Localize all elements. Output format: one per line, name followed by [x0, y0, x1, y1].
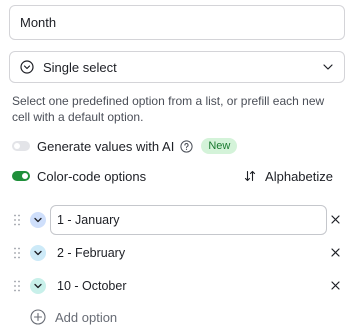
alphabetize-button[interactable]: Alphabetize [244, 167, 333, 185]
chevron-down-icon [322, 61, 334, 73]
option-color-chevron-icon[interactable] [30, 278, 46, 294]
option-row: 2 - February [14, 238, 346, 268]
add-option-label: Add option [55, 309, 118, 325]
drag-handle-icon[interactable] [14, 247, 20, 259]
new-badge: New [201, 138, 238, 154]
color-code-label: Color-code options [37, 168, 147, 184]
generate-ai-row: Generate values with AI New [12, 137, 238, 155]
drag-handle-icon[interactable] [14, 214, 20, 226]
sort-icon [244, 170, 256, 182]
circle-chevron-icon [20, 60, 34, 74]
drag-handle-icon[interactable] [14, 280, 20, 292]
color-code-row: Color-code options [12, 167, 146, 185]
close-icon[interactable] [330, 280, 341, 291]
generate-ai-toggle[interactable] [12, 141, 30, 151]
close-icon[interactable] [330, 214, 341, 225]
color-code-toggle[interactable] [12, 171, 30, 181]
plus-circle-icon [30, 309, 46, 325]
add-option-button[interactable]: Add option [30, 307, 117, 327]
option-color-chevron-icon[interactable] [30, 212, 46, 228]
field-type-description: Select one predefined option from a list… [12, 94, 325, 124]
close-icon[interactable] [330, 247, 341, 258]
option-input[interactable]: 2 - February [50, 238, 327, 268]
field-type-select[interactable]: Single select [9, 51, 345, 83]
option-row: 1 - January [14, 205, 346, 235]
option-row: 10 - October [14, 271, 346, 301]
option-input[interactable]: 1 - January [50, 205, 327, 235]
help-icon[interactable] [180, 139, 193, 153]
alphabetize-label: Alphabetize [265, 168, 333, 184]
option-input[interactable]: 10 - October [50, 271, 327, 301]
option-color-chevron-icon[interactable] [30, 245, 46, 261]
field-type-label: Single select [43, 59, 117, 75]
field-name-input[interactable]: Month [9, 5, 345, 40]
generate-ai-label: Generate values with AI [37, 138, 175, 154]
